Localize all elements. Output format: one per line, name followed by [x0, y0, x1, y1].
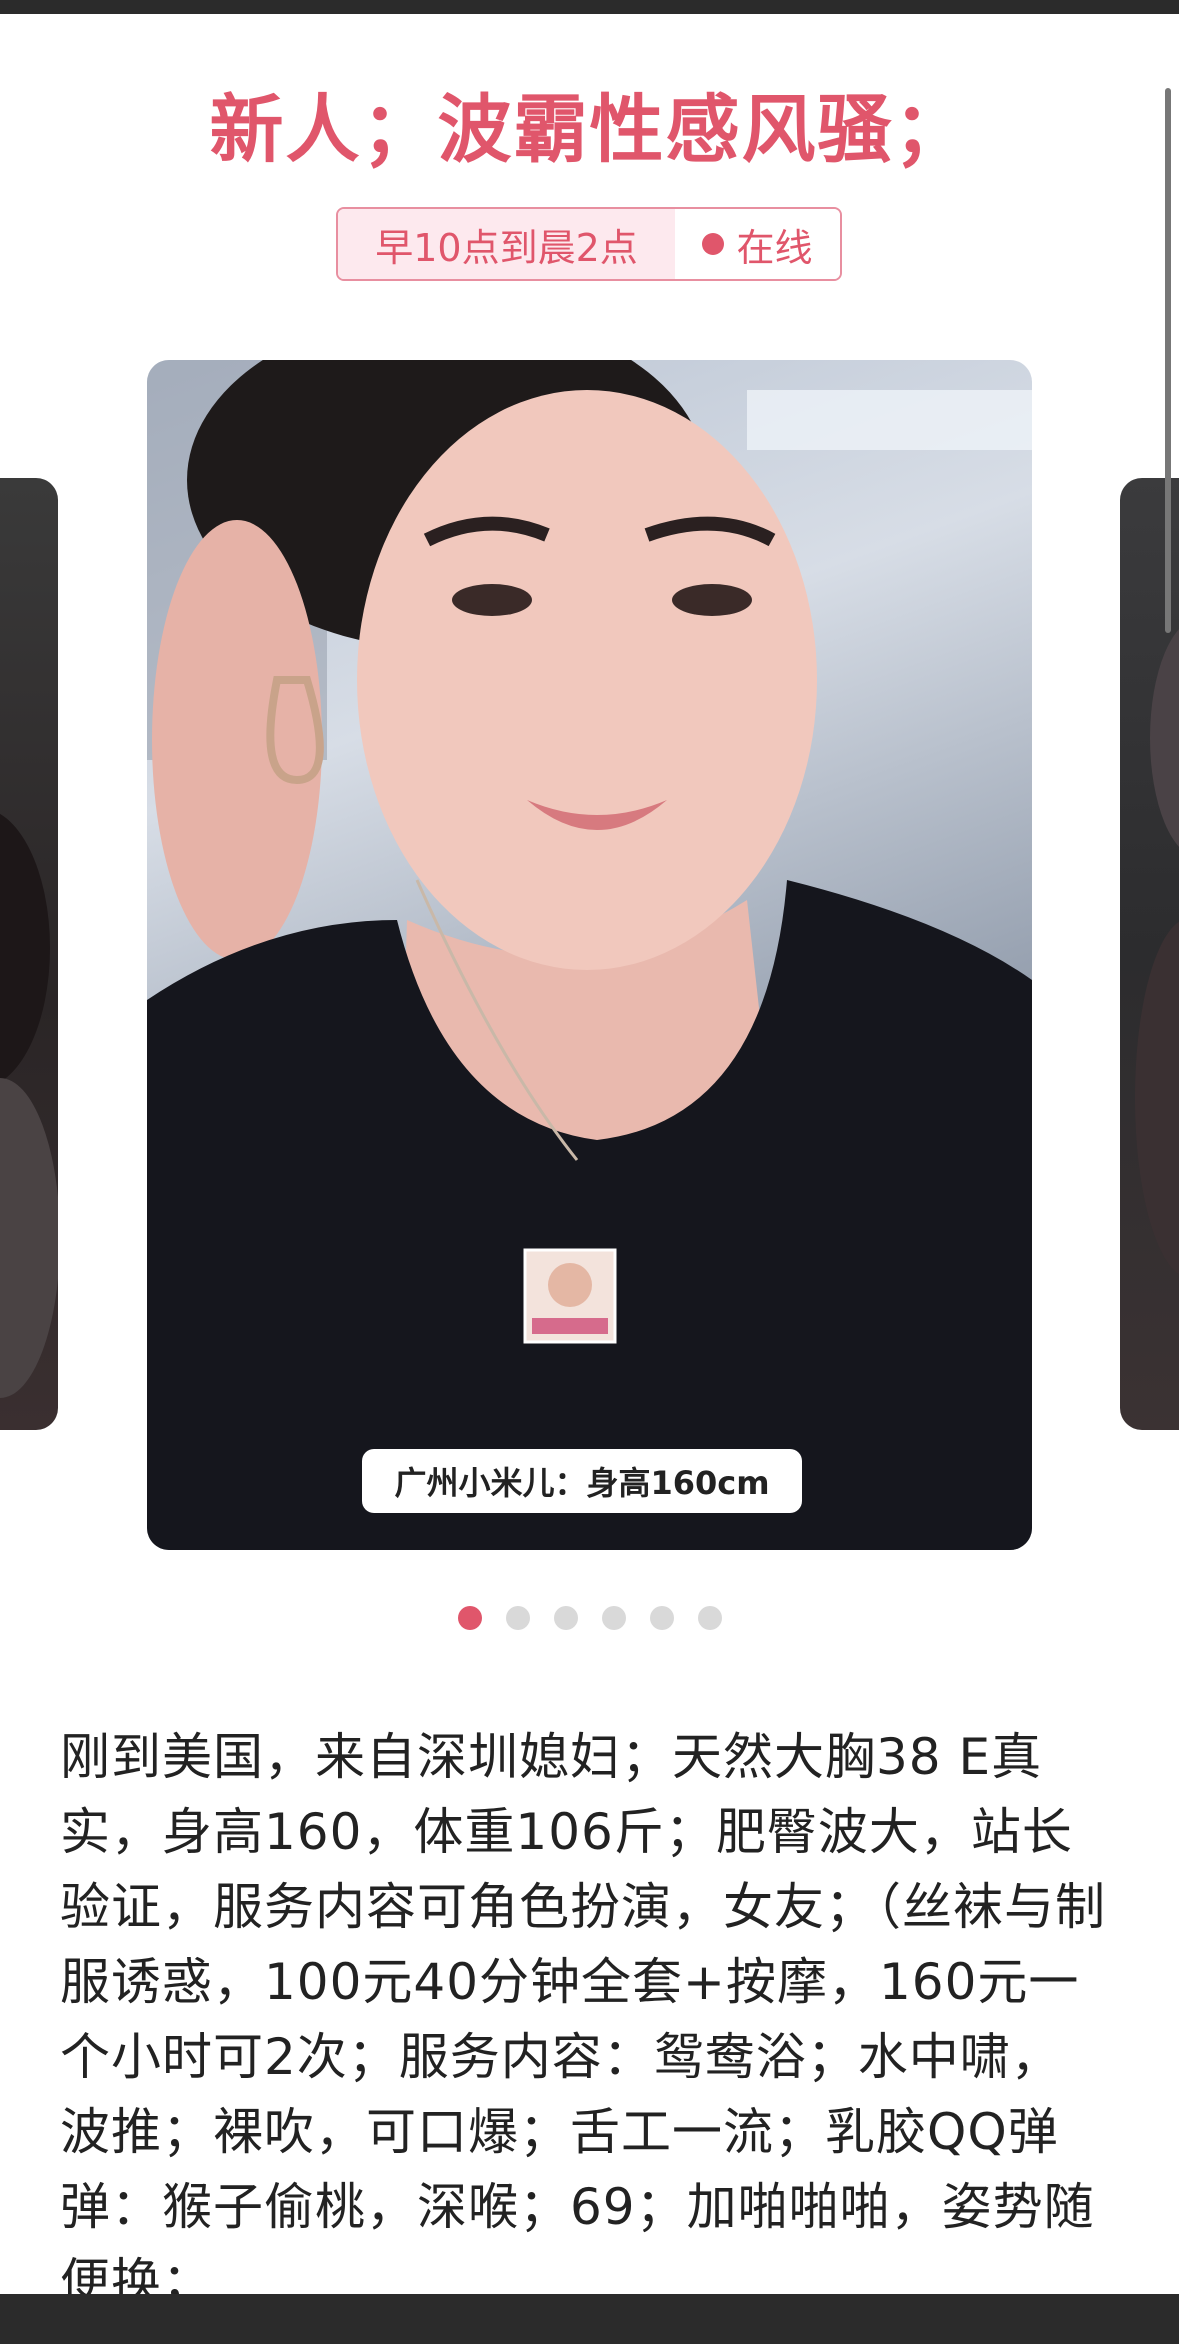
status-bar: [0, 0, 1179, 14]
photo-caption: 广州小米儿：身高160cm: [362, 1449, 802, 1513]
hours-status-badge: 早10点到晨2点 在线: [336, 207, 842, 281]
profile-description: 刚到美国，来自深圳媳妇；天然大胸38 E真实，身高160，体重106斤；肥臀波大…: [60, 1728, 1106, 2311]
carousel-dot-2[interactable]: [505, 1606, 530, 1630]
profile-title: 新人；波霸性感风骚；: [209, 87, 970, 173]
carousel-dot-3[interactable]: [553, 1606, 578, 1630]
scrollbar[interactable]: [1165, 88, 1171, 633]
carousel-dot-1[interactable]: [457, 1606, 482, 1630]
online-status: 在线: [675, 209, 840, 279]
previous-photo-image: [0, 813, 58, 1398]
bottom-navigation-bar: [0, 2294, 1179, 2344]
previous-photo-card[interactable]: [0, 478, 58, 1430]
profile-photo[interactable]: 广州小米儿：身高160cm: [147, 360, 1032, 1550]
carousel-dot-5[interactable]: [649, 1606, 674, 1630]
carousel-dot-6[interactable]: [697, 1606, 722, 1630]
carousel-dot-4[interactable]: [601, 1606, 626, 1630]
carousel-indicator: [0, 1606, 1179, 1630]
online-dot-icon: [702, 233, 725, 255]
working-hours: 早10点到晨2点: [338, 209, 675, 279]
profile-photo-image: [147, 360, 1032, 1550]
online-status-label: 在线: [736, 225, 813, 270]
